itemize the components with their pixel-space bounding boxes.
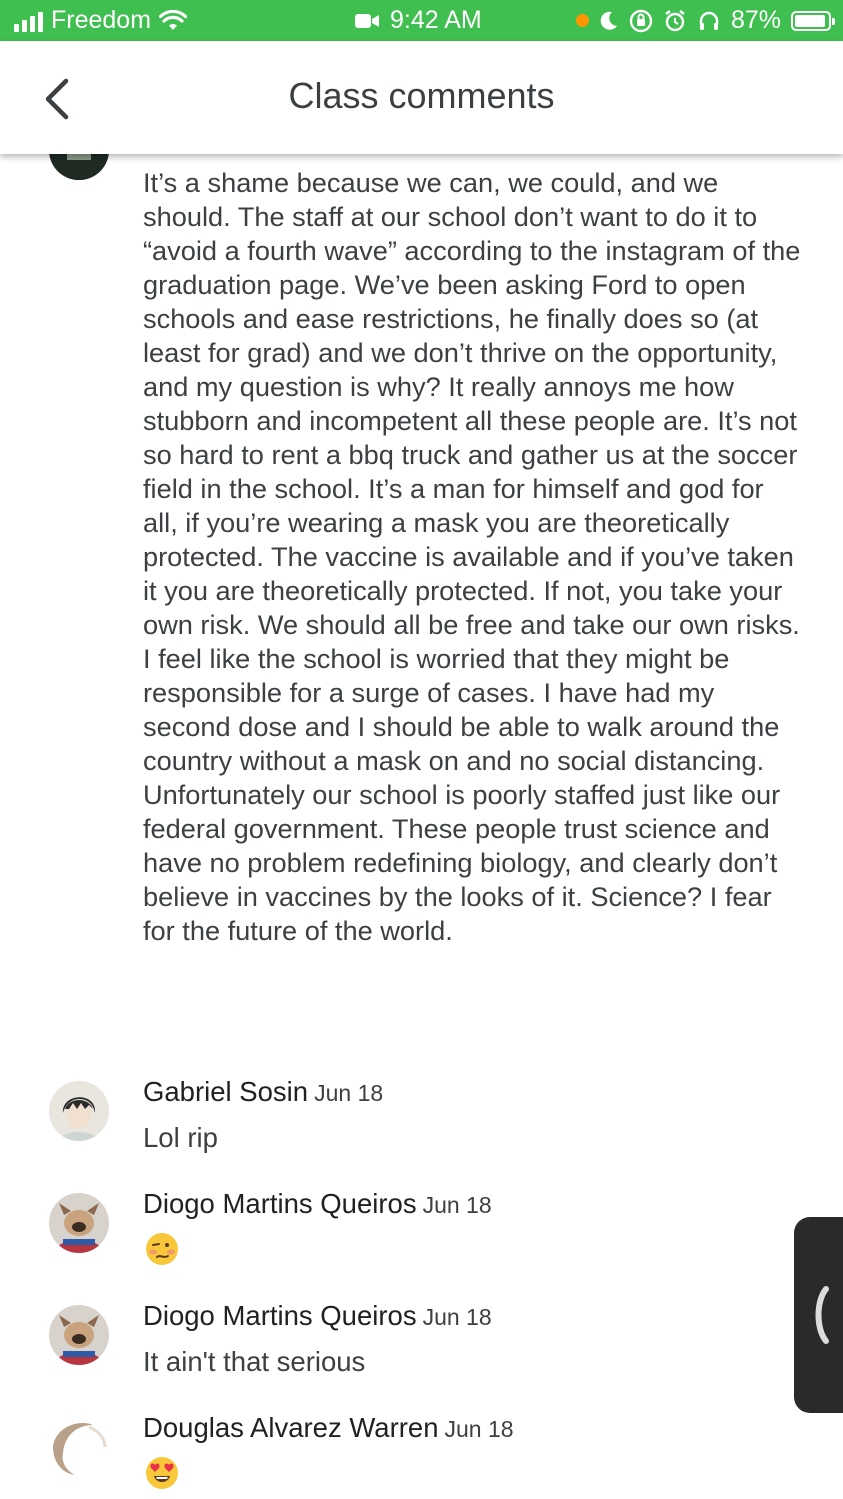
alarm-icon [665, 9, 685, 31]
page-title: Class comments [288, 75, 555, 116]
comments-list[interactable]: It’s a shame because we can, we could, a… [0, 154, 843, 1499]
battery-icon [791, 10, 835, 31]
orientation-lock-icon [629, 9, 653, 32]
comment-text: It ain't that serious [143, 1346, 366, 1377]
moon-icon [600, 11, 617, 30]
wifi-icon [159, 9, 188, 30]
status-bar-center: 9:42 AM [354, 6, 482, 35]
side-panel-handle[interactable] [794, 1217, 843, 1413]
comment-author: Gabriel Sosin [143, 1076, 309, 1107]
avatar [49, 1193, 109, 1253]
carrier-name: Freedom [51, 6, 152, 34]
comment-date: Jun 18 [422, 1304, 492, 1330]
comment-date: Jun 18 [444, 1416, 514, 1442]
status-bar-right: 87% [575, 6, 835, 35]
comment-header: Gabriel Sosin Jun 18 [143, 1076, 383, 1108]
comment-header: Douglas Alvarez Warren Jun 18 [143, 1412, 514, 1444]
comment-author: Douglas Alvarez Warren [143, 1412, 439, 1443]
app-header: Class comments [0, 41, 843, 154]
woozy-face-emoji [146, 1233, 178, 1265]
status-bar-left: Freedom [14, 6, 188, 35]
battery-percent: 87% [730, 6, 781, 34]
comment-header: Diogo Martins Queiros Jun 18 [143, 1300, 492, 1332]
comment-author: Diogo Martins Queiros [143, 1300, 417, 1331]
status-bar: Freedom 9:42 AM 87% [0, 0, 843, 41]
comment-text: Lol rip [143, 1122, 218, 1153]
avatar [49, 154, 109, 180]
comment-author: Diogo Martins Queiros [143, 1188, 417, 1219]
heart-eyes-emoji [146, 1457, 178, 1489]
signal-icon [14, 10, 43, 32]
avatar [49, 1305, 109, 1365]
comment-date: Jun 18 [314, 1080, 384, 1106]
clock: 9:42 AM [390, 6, 482, 34]
comment-text: It’s a shame because we can, we could, a… [143, 167, 801, 946]
avatar [49, 1417, 109, 1477]
comment-date: Jun 18 [422, 1192, 492, 1218]
chevron-left-icon [815, 1286, 829, 1344]
comment-header: Diogo Martins Queiros Jun 18 [143, 1188, 492, 1220]
headphones-icon [699, 11, 719, 30]
avatar [49, 1081, 109, 1141]
video-camera-icon [355, 13, 379, 28]
privacy-indicator-icon [575, 14, 589, 27]
